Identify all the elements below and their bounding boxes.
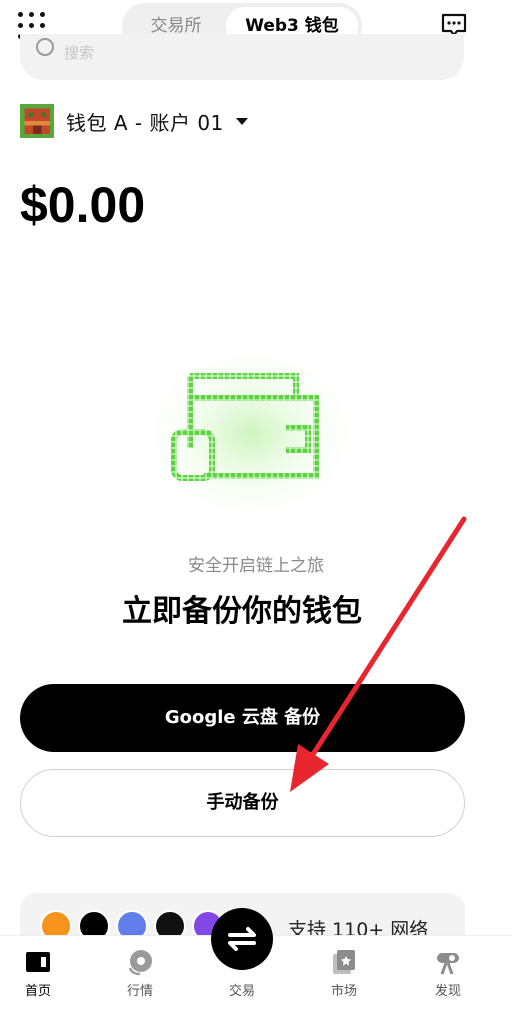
swap-icon [228,927,256,951]
chart-icon [128,950,152,976]
google-drive-backup-button[interactable]: Google 云盘 备份 [20,684,465,752]
nav-trade-label: 交易 [228,984,255,999]
search-input[interactable]: 搜索 [20,34,464,80]
nav-discover[interactable]: 发现 [418,948,478,999]
nav-marketplace-label: 市场 [330,984,357,999]
nav-home-label: 首页 [24,984,51,999]
trade-swap-button[interactable] [211,908,273,970]
caret-down-icon [235,117,248,125]
avatar [20,104,54,138]
nav-marketplace[interactable]: 市场 [314,948,374,999]
search-icon [36,38,54,56]
backup-headline: 立即备份你的钱包 [122,594,362,629]
nav-markets[interactable]: 行情 [110,948,170,999]
account-name: 钱包 A - 账户 01 [66,110,224,135]
wallet-icon [26,952,50,972]
total-balance: $0.00 [20,177,146,233]
backup-subtitle: 安全开启链上之旅 [188,556,324,576]
telescope-icon [437,953,459,975]
market-icon [333,950,355,974]
search-placeholder: 搜索 [64,44,95,62]
wallet-illustration [146,340,356,510]
nav-markets-label: 行情 [126,984,153,999]
account-selector[interactable]: 钱包 A - 账户 01 [20,104,248,138]
nav-discover-label: 发现 [434,984,461,999]
nav-home[interactable]: 首页 [8,948,68,999]
manual-backup-button[interactable]: 手动备份 [20,769,465,837]
